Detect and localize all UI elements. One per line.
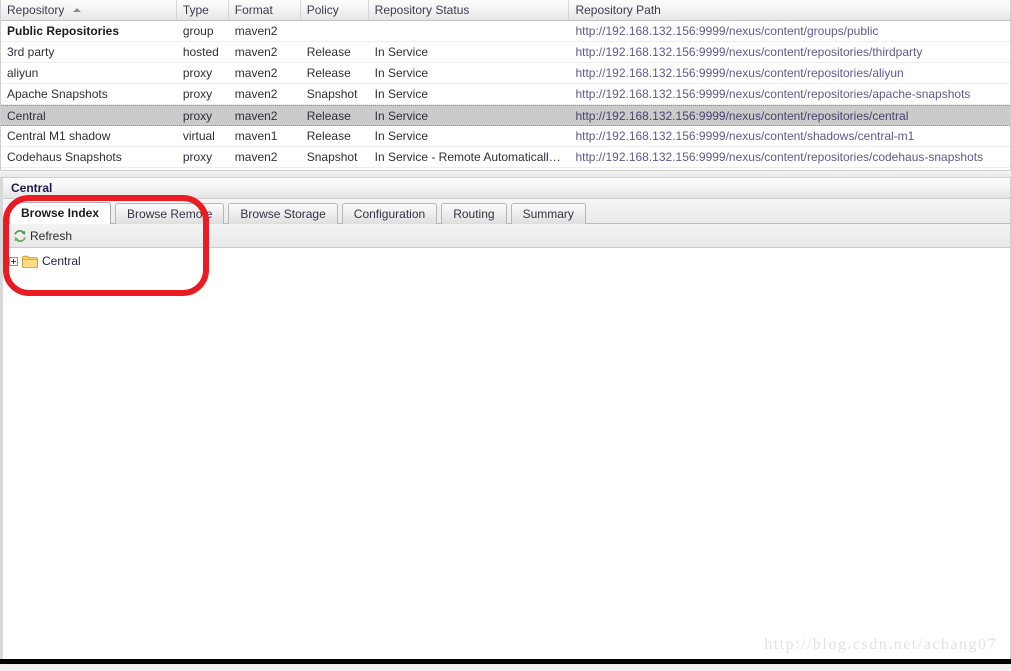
cell-format: maven2 <box>234 109 278 123</box>
detail-tabs: Browse Index Browse Remote Browse Storag… <box>3 199 1010 224</box>
cell-format: maven2 <box>234 150 278 164</box>
cell-status: In Service <box>374 87 429 101</box>
panel-splitter[interactable] <box>0 170 1011 178</box>
cell-type: proxy <box>182 66 213 80</box>
tree-node-central[interactable]: Central <box>9 252 81 270</box>
cell-type: proxy <box>182 87 213 101</box>
repository-detail-panel: Central Browse Index Browse Remote Brows… <box>0 178 1011 659</box>
cell-status: In Service <box>374 109 429 123</box>
bottom-padding <box>0 664 1011 671</box>
cell-policy <box>301 21 369 41</box>
cell-repository: Central <box>7 109 46 123</box>
cell-repository: Codehaus Snapshots <box>7 150 122 164</box>
cell-format: maven2 <box>234 24 278 38</box>
page-title: Central <box>3 178 1010 199</box>
column-header-policy[interactable]: Policy <box>300 0 369 20</box>
cell-status: In Service - Remote Automaticall… <box>374 150 561 164</box>
table-row[interactable]: Public Repositories group maven2 http://… <box>1 21 1010 42</box>
cell-repository: 3rd party <box>7 45 55 59</box>
cell-policy: Release <box>306 45 351 59</box>
cell-path: http://192.168.132.156:9999/nexus/conten… <box>575 87 971 101</box>
folder-icon <box>22 255 38 268</box>
column-header-repository-status[interactable]: Repository Status <box>368 0 570 20</box>
tree-node-label: Central <box>42 254 81 268</box>
watermark-text: http://blog.csdn.net/achang07 <box>764 636 997 653</box>
cell-format: maven1 <box>234 129 278 143</box>
cell-path: http://192.168.132.156:9999/nexus/conten… <box>575 24 879 38</box>
table-row[interactable]: Central M1 shadow virtual maven1 Release… <box>1 126 1010 147</box>
detail-toolbar: Refresh <box>3 224 1010 248</box>
column-header-repository[interactable]: Repository <box>1 0 177 20</box>
sort-ascending-icon <box>72 8 81 12</box>
cell-type: hosted <box>182 45 219 59</box>
cell-path: http://192.168.132.156:9999/nexus/conten… <box>575 109 909 123</box>
cell-type: proxy <box>182 150 213 164</box>
index-tree: Central <box>3 248 1010 648</box>
cell-path: http://192.168.132.156:9999/nexus/conten… <box>575 45 923 59</box>
cell-format: maven2 <box>234 66 278 80</box>
cell-type: proxy <box>182 109 213 123</box>
refresh-button[interactable]: Refresh <box>9 228 76 244</box>
column-header-repository-label: Repository <box>7 3 65 17</box>
tab-browse-index[interactable]: Browse Index <box>9 202 112 224</box>
repositories-grid: Repository Type Format Policy Repository… <box>0 0 1011 170</box>
cell-repository: Central M1 shadow <box>7 129 111 143</box>
nexus-repository-admin-screen: Repository Type Format Policy Repository… <box>0 0 1011 671</box>
table-row[interactable]: 3rd party hosted maven2 Release In Servi… <box>1 42 1010 63</box>
column-header-format[interactable]: Format <box>228 0 301 20</box>
tab-routing[interactable]: Routing <box>441 203 507 224</box>
cell-policy: Release <box>306 66 351 80</box>
table-row-selected[interactable]: Central proxy maven2 Release In Service … <box>1 105 1010 126</box>
cell-policy: Snapshot <box>306 87 358 101</box>
cell-format: maven2 <box>234 87 278 101</box>
refresh-icon <box>13 229 27 243</box>
cell-status <box>369 21 570 41</box>
cell-status: In Service <box>374 45 429 59</box>
cell-path: http://192.168.132.156:9999/nexus/conten… <box>575 66 904 80</box>
cell-type: group <box>182 24 214 38</box>
column-header-type[interactable]: Type <box>176 0 229 20</box>
table-row[interactable]: Apache Snapshots proxy maven2 Snapshot I… <box>1 84 1010 105</box>
cell-repository: aliyun <box>7 66 39 80</box>
tab-configuration[interactable]: Configuration <box>341 203 438 224</box>
tab-browse-storage[interactable]: Browse Storage <box>228 203 338 224</box>
cell-status: In Service <box>374 66 429 80</box>
cell-repository: Apache Snapshots <box>7 87 108 101</box>
cell-policy: Release <box>306 109 351 123</box>
grid-header-row: Repository Type Format Policy Repository… <box>1 0 1010 21</box>
column-header-repository-path[interactable]: Repository Path <box>569 0 1010 20</box>
cell-format: maven2 <box>234 45 278 59</box>
cell-path: http://192.168.132.156:9999/nexus/conten… <box>575 150 984 164</box>
table-row[interactable]: Codehaus Snapshots proxy maven2 Snapshot… <box>1 147 1010 168</box>
tab-summary[interactable]: Summary <box>510 203 586 224</box>
table-row[interactable]: aliyun proxy maven2 Release In Service h… <box>1 63 1010 84</box>
cell-path: http://192.168.132.156:9999/nexus/conten… <box>575 129 915 143</box>
cell-status: In Service <box>374 129 429 143</box>
tab-browse-remote[interactable]: Browse Remote <box>115 203 225 224</box>
grid-body: Public Repositories group maven2 http://… <box>1 21 1010 168</box>
expand-plus-icon[interactable] <box>9 256 18 266</box>
cell-policy: Release <box>306 129 351 143</box>
cell-policy: Snapshot <box>306 150 358 164</box>
cell-type: virtual <box>182 129 215 143</box>
refresh-label: Refresh <box>30 228 73 243</box>
cell-repository: Public Repositories <box>7 24 120 38</box>
